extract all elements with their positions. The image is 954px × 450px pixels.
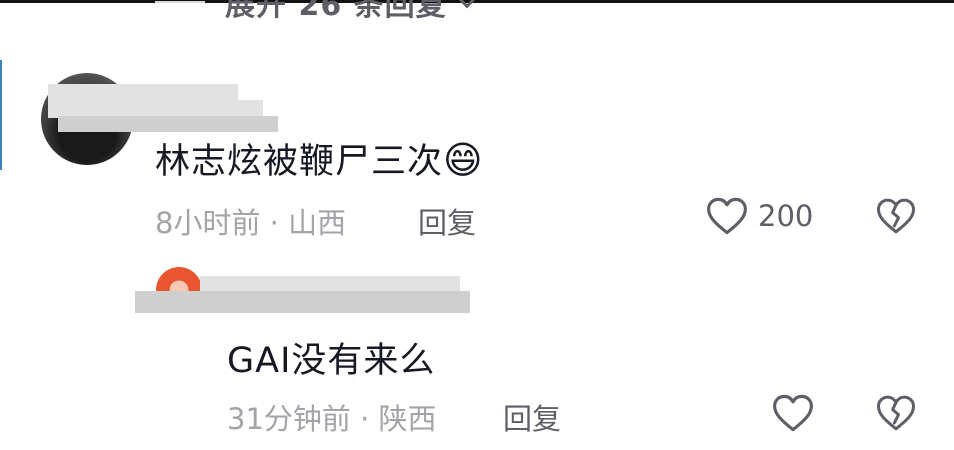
like-count: 200 — [758, 199, 814, 233]
comment-body: 林志炫被鞭尸三次 — [155, 142, 444, 182]
reply-reply-button[interactable]: 回复 — [503, 396, 561, 438]
heart-outline-icon — [773, 394, 813, 432]
left-edge-strip — [0, 60, 2, 170]
broken-heart-icon — [877, 395, 915, 431]
expand-replies-label: 展开 26 条回复 — [225, 0, 447, 23]
reply-text: GAI没有来么 — [227, 341, 436, 381]
broken-heart-icon — [877, 198, 915, 234]
like-button[interactable]: 200 — [706, 196, 813, 236]
redaction-block — [58, 116, 278, 132]
comment-text: 林志炫被鞭尸三次😄 — [155, 133, 484, 184]
reply-like-button[interactable] — [772, 393, 814, 437]
reply-button[interactable]: 回复 — [418, 200, 476, 242]
expand-divider-line — [155, 1, 205, 3]
dislike-button[interactable] — [876, 197, 916, 239]
heart-outline-icon — [707, 197, 747, 235]
chevron-down-icon — [455, 0, 478, 9]
window-top-border — [0, 0, 954, 3]
grinning-face-emoji: 😄 — [443, 138, 484, 182]
comment-meta: 8小时前 · 山西 — [155, 206, 347, 240]
reply-dislike-button[interactable] — [876, 394, 916, 436]
reply-meta: 31分钟前 · 陕西 — [227, 402, 437, 436]
redaction-block — [135, 291, 470, 313]
expand-replies-button[interactable]: 展开 26 条回复 — [155, 0, 478, 23]
